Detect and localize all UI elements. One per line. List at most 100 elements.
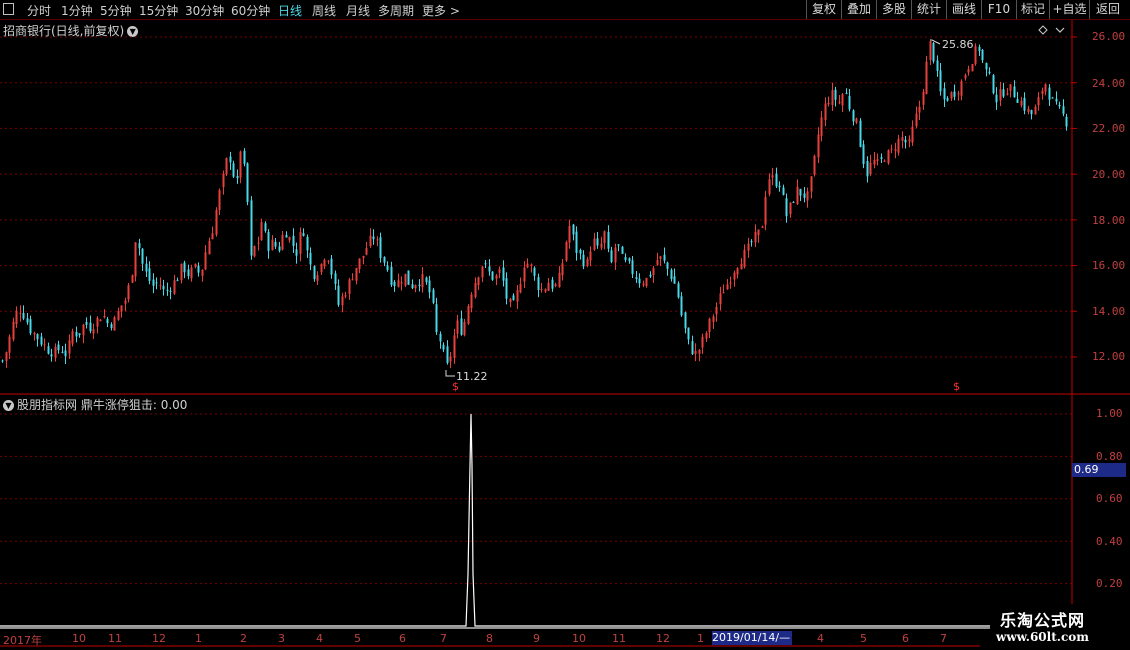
candle-body <box>1027 108 1030 112</box>
candle-body <box>554 284 557 287</box>
menu-icon[interactable] <box>3 3 14 15</box>
candle-body <box>362 255 365 259</box>
y-tick-22: 22.00 <box>1092 122 1126 135</box>
candle-body <box>873 159 876 165</box>
candle-body <box>327 260 330 262</box>
candle-body <box>729 282 732 284</box>
chevron-down-icon[interactable]: ▼ <box>127 26 139 37</box>
candle-body <box>218 190 221 210</box>
date-label: 5 <box>354 632 361 645</box>
candle-body <box>628 258 631 262</box>
period-5min[interactable]: 5分钟 <box>100 2 132 19</box>
candle-body <box>82 324 85 336</box>
candle-body <box>127 285 130 300</box>
candle-body <box>747 243 750 251</box>
period-multi[interactable]: 多周期 <box>378 2 414 19</box>
y-tick-26: 26.00 <box>1092 30 1126 43</box>
candle-body <box>995 94 998 103</box>
candle-body <box>36 334 39 340</box>
candle-body <box>169 291 172 293</box>
candle-body <box>932 42 935 62</box>
candle-body <box>565 241 568 261</box>
candle-body <box>922 91 925 105</box>
candle-body <box>806 191 809 201</box>
candle-body <box>89 322 92 332</box>
period-60min[interactable]: 60分钟 <box>231 2 270 19</box>
candle-body <box>547 282 550 291</box>
candle-body <box>981 49 984 61</box>
f10-button[interactable]: F10 <box>981 0 1016 19</box>
candle-body <box>918 106 921 113</box>
period-1min[interactable]: 1分钟 <box>61 2 93 19</box>
candle-body <box>8 336 11 353</box>
date-label: 9 <box>533 632 540 645</box>
period-more[interactable]: 更多 > <box>422 2 460 19</box>
period-daily[interactable]: 日线 <box>278 2 302 19</box>
main-chart-title: 招商银行(日线,前复权) ▼ <box>3 22 139 39</box>
candle-body <box>978 46 981 51</box>
candle-body <box>754 231 757 243</box>
fuquan-button[interactable]: 复权 <box>806 0 841 19</box>
candle-body <box>915 113 918 127</box>
candle-body <box>817 134 820 158</box>
candle-body <box>78 333 81 335</box>
candle-body <box>19 312 22 314</box>
candle-body <box>859 120 862 147</box>
ind-tick-060: 0.60 <box>1096 492 1123 505</box>
date-label: 7 <box>940 632 947 645</box>
candle-body <box>1062 106 1065 114</box>
candle-body <box>1065 116 1068 127</box>
candle-body <box>239 151 242 178</box>
candle-body <box>323 259 326 267</box>
candle-body <box>166 289 169 291</box>
high-pointer <box>930 39 941 45</box>
period-weekly[interactable]: 周线 <box>312 2 336 19</box>
candle-body <box>215 209 218 235</box>
overlay-button[interactable]: 叠加 <box>841 0 876 19</box>
candle-body <box>449 356 452 362</box>
date-label: 12 <box>152 632 166 645</box>
draw-line-button[interactable]: 画线 <box>946 0 981 19</box>
candle-body <box>971 64 974 72</box>
candle-body <box>659 256 662 259</box>
candle-body <box>792 201 795 203</box>
back-button[interactable]: 返回 <box>1089 0 1126 19</box>
candle-body <box>1041 90 1044 95</box>
candle-body <box>47 346 50 354</box>
candle-body <box>411 284 414 289</box>
candle-body <box>456 320 459 334</box>
period-15min[interactable]: 15分钟 <box>139 2 178 19</box>
candle-body <box>264 223 267 231</box>
add-watchlist-button[interactable]: +自选 <box>1049 0 1089 19</box>
candle-body <box>103 316 106 318</box>
candle-body <box>134 242 137 277</box>
candle-body <box>736 268 739 275</box>
candle-body <box>15 310 18 325</box>
candle-body <box>40 336 43 345</box>
period-fenshi[interactable]: 分时 <box>27 2 51 19</box>
candle-body <box>582 254 585 267</box>
candle-body <box>1002 89 1005 97</box>
period-monthly[interactable]: 月线 <box>346 2 370 19</box>
candle-body <box>950 92 953 99</box>
chevron-down-icon[interactable]: ▼ <box>3 400 14 411</box>
candle-body <box>701 336 704 348</box>
mark-button[interactable]: 标记 <box>1016 0 1049 19</box>
candle-body <box>1023 97 1026 111</box>
candle-body <box>957 93 960 95</box>
candle-body <box>110 324 113 329</box>
candle-body <box>246 163 249 203</box>
multi-stock-button[interactable]: 多股 <box>876 0 911 19</box>
statistics-button[interactable]: 统计 <box>911 0 946 19</box>
candle-body <box>803 193 806 198</box>
candle-body <box>509 298 512 303</box>
candle-body <box>673 276 676 284</box>
date-label: 11 <box>612 632 626 645</box>
period-30min[interactable]: 30分钟 <box>185 2 224 19</box>
candle-body <box>929 41 932 61</box>
candle-body <box>138 243 141 249</box>
candle-body <box>764 196 767 225</box>
candle-body <box>621 246 624 254</box>
candle-body <box>68 340 71 354</box>
candle-body <box>593 238 596 250</box>
